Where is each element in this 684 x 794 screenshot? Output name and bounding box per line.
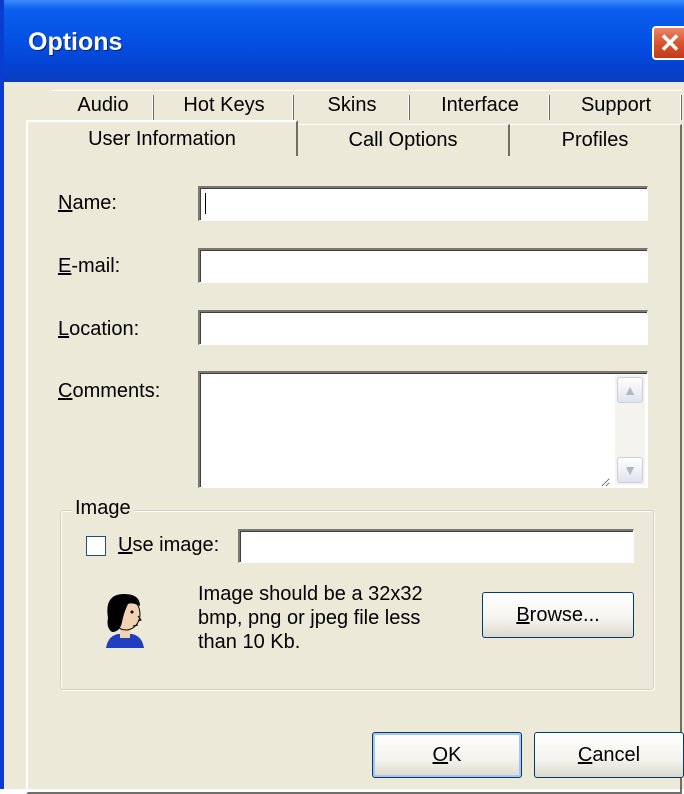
chevron-up-icon: ▲ bbox=[623, 382, 637, 398]
chevron-down-icon: ▼ bbox=[623, 462, 637, 478]
name-input[interactable] bbox=[200, 188, 647, 220]
ok-button[interactable]: OK bbox=[372, 732, 522, 778]
email-label: E-mail: bbox=[58, 255, 121, 277]
use-image-checkbox[interactable] bbox=[86, 536, 106, 556]
email-field[interactable] bbox=[198, 248, 648, 283]
comments-textarea[interactable] bbox=[200, 373, 610, 487]
email-input[interactable] bbox=[200, 250, 647, 282]
location-input[interactable] bbox=[200, 312, 647, 344]
dialog-client-area: Audio Hot Keys Skins Interface Support U… bbox=[8, 82, 684, 794]
close-icon: ✕ bbox=[659, 28, 681, 58]
name-label: Name: bbox=[58, 192, 117, 214]
text-caret bbox=[205, 193, 206, 214]
title-bar[interactable]: Options ✕ bbox=[4, 0, 684, 82]
cancel-button[interactable]: Cancel bbox=[534, 732, 684, 778]
image-path-input[interactable] bbox=[240, 531, 633, 562]
location-field[interactable] bbox=[198, 310, 648, 345]
tab-support[interactable]: Support bbox=[550, 90, 682, 120]
person-avatar-icon bbox=[106, 594, 144, 648]
tab-label: Support bbox=[580, 94, 652, 116]
hint-line: bmp, png or jpeg file less bbox=[198, 607, 421, 629]
image-hint-text: Image should be a 32x32 bmp, png or jpeg… bbox=[198, 582, 423, 654]
options-dialog: Options ✕ Audio Hot Keys Skins Interface… bbox=[0, 0, 684, 794]
tab-interface[interactable]: Interface bbox=[410, 90, 550, 120]
tab-user-information[interactable]: User Information bbox=[26, 120, 298, 156]
tab-skins[interactable]: Skins bbox=[294, 90, 410, 120]
comments-field[interactable]: ▲ ▼ bbox=[198, 371, 648, 488]
location-label: Location: bbox=[58, 318, 140, 340]
scroll-up-button[interactable]: ▲ bbox=[617, 377, 643, 403]
tab-call-options[interactable]: Call Options bbox=[298, 124, 510, 156]
image-group-label: Image bbox=[72, 497, 134, 520]
scroll-down-button[interactable]: ▼ bbox=[617, 457, 643, 483]
comments-label: Comments: bbox=[58, 380, 161, 402]
hint-line: than 10 Kb. bbox=[198, 631, 301, 653]
image-path-field[interactable] bbox=[238, 529, 634, 563]
tab-profiles[interactable]: Profiles bbox=[510, 124, 682, 156]
tab-label: Interface bbox=[441, 94, 519, 116]
close-button[interactable]: ✕ bbox=[652, 26, 684, 60]
comments-scrollbar[interactable]: ▲ ▼ bbox=[615, 375, 645, 485]
hint-line: Image should be a 32x32 bbox=[198, 583, 423, 605]
name-field[interactable] bbox=[198, 186, 648, 221]
tab-label: Skins bbox=[327, 94, 377, 116]
tab-label: Profiles bbox=[561, 129, 629, 151]
tab-audio[interactable]: Audio bbox=[52, 90, 154, 120]
tab-label: Call Options bbox=[348, 129, 458, 151]
tab-label: User Information bbox=[88, 127, 236, 150]
browse-button[interactable]: Browse... bbox=[482, 592, 634, 638]
tab-label: Audio bbox=[77, 94, 129, 116]
tab-hot-keys[interactable]: Hot Keys bbox=[154, 90, 294, 120]
tab-label: Hot Keys bbox=[183, 94, 265, 116]
window-title: Options bbox=[28, 28, 123, 56]
use-image-label[interactable]: Use image: bbox=[118, 534, 219, 557]
